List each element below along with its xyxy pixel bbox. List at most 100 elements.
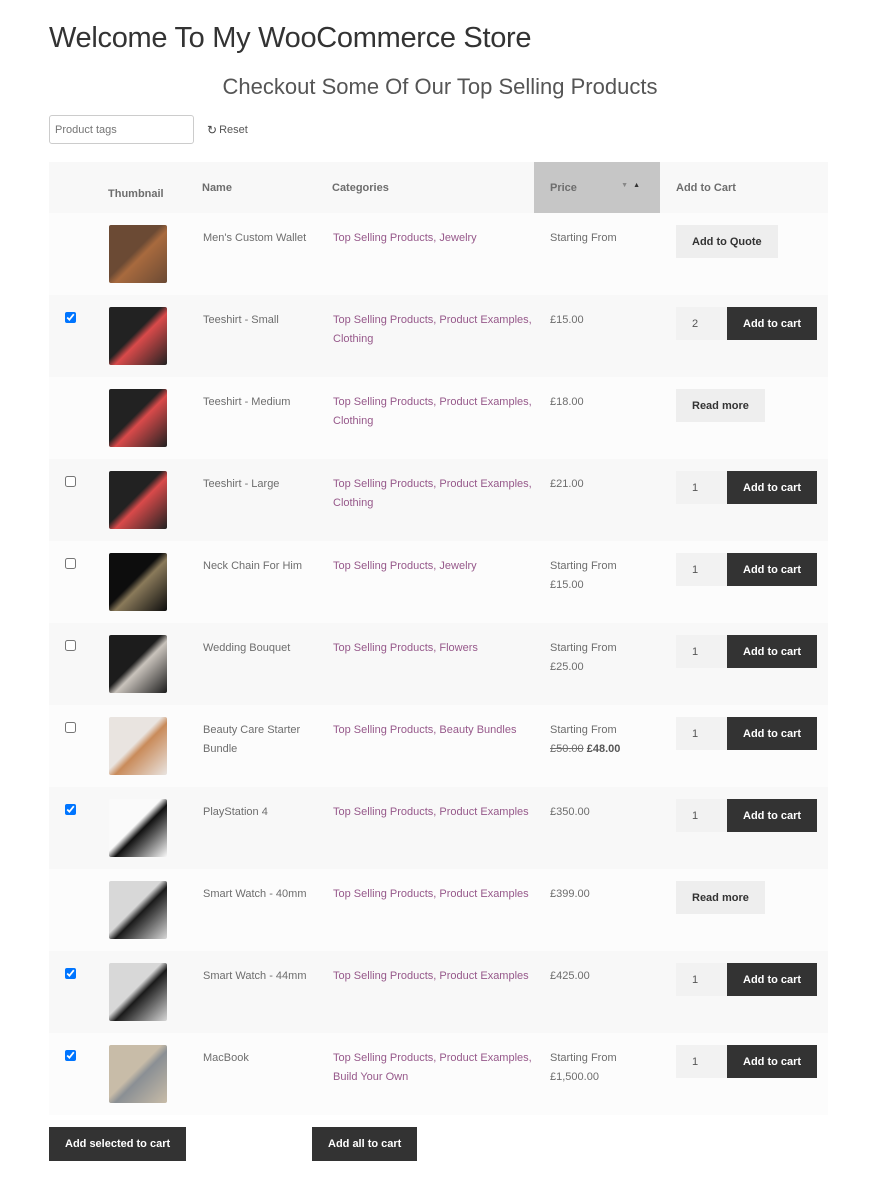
header-price-label: Price (550, 181, 577, 194)
quantity-input[interactable] (676, 963, 727, 996)
page-title: Welcome To My WooCommerce Store (49, 22, 532, 54)
add-to-cart-button[interactable]: Add to cart (727, 717, 818, 750)
row-select-checkbox[interactable] (65, 1050, 76, 1061)
price-cell: £21.00 (534, 459, 660, 541)
product-thumbnail[interactable] (109, 963, 167, 1021)
product-categories[interactable]: Top Selling Products, Product Examples, … (332, 1033, 534, 1115)
quantity-input[interactable] (676, 717, 727, 750)
product-categories[interactable]: Top Selling Products, Product Examples, … (332, 459, 534, 541)
row-select-checkbox[interactable] (65, 968, 76, 979)
quantity-input[interactable] (676, 471, 727, 504)
row-select-checkbox[interactable] (65, 558, 76, 569)
table-row: Teeshirt - Small Top Selling Products, P… (49, 295, 828, 377)
thumbnail-cell (108, 705, 202, 787)
quantity-input[interactable] (676, 635, 727, 668)
product-name: Teeshirt - Medium (203, 396, 291, 408)
header-categories[interactable]: Categories (332, 162, 534, 213)
product-thumbnail[interactable] (109, 881, 167, 939)
price-cell: £399.00 (534, 869, 660, 951)
cart-cell: Read more (660, 377, 828, 459)
product-categories[interactable]: Top Selling Products, Flowers (332, 623, 534, 705)
product-thumbnail[interactable] (109, 635, 167, 693)
table-header-row: Thumbnail Name Categories Price ▼ ▲ Add t… (49, 162, 828, 213)
cart-cell: Add to cart (660, 951, 828, 1033)
read-more-button[interactable]: Read more (676, 389, 765, 422)
product-name: Men's Custom Wallet (203, 232, 307, 244)
price-value: £399.00 (550, 888, 590, 900)
row-select-checkbox[interactable] (65, 312, 76, 323)
price-value: £1,500.00 (550, 1071, 599, 1083)
product-thumbnail[interactable] (109, 1045, 167, 1103)
product-thumbnail[interactable] (109, 225, 167, 283)
price-cell: £425.00 (534, 951, 660, 1033)
price-cell: Starting From (534, 213, 660, 295)
header-price[interactable]: Price ▼ ▲ (534, 162, 660, 213)
product-categories[interactable]: Top Selling Products, Product Examples (332, 787, 534, 869)
add-selected-to-cart-button[interactable]: Add selected to cart (49, 1127, 187, 1161)
page: Welcome To My WooCommerce Store Checkout… (0, 0, 869, 1200)
price-prefix: Starting From (550, 642, 617, 654)
thumbnail-cell (108, 1033, 202, 1115)
add-to-cart-button[interactable]: Add to cart (727, 799, 818, 832)
add-to-cart-button[interactable]: Add to cart (727, 963, 818, 996)
select-cell (49, 787, 108, 869)
product-thumbnail[interactable] (109, 717, 167, 775)
header-name[interactable]: Name (202, 162, 332, 213)
reset-button[interactable]: ↻ Reset (207, 123, 248, 137)
product-thumbnail[interactable] (109, 553, 167, 611)
sort-arrows-icon[interactable]: ▼ ▲ (621, 182, 640, 189)
read-more-button[interactable]: Read more (676, 881, 765, 914)
select-cell (49, 951, 108, 1033)
add-to-cart-button[interactable]: Add to cart (727, 635, 818, 668)
product-thumbnail[interactable] (109, 307, 167, 365)
price-cell: Starting From £1,500.00 (534, 1033, 660, 1115)
product-categories[interactable]: Top Selling Products, Jewelry (332, 213, 534, 295)
product-categories[interactable]: Top Selling Products, Product Examples, … (332, 295, 534, 377)
price-value: £15.00 (550, 579, 584, 591)
price-cell: Starting From £50.00 £48.00 (534, 705, 660, 787)
add-to-cart-button[interactable]: Add to cart (727, 307, 818, 340)
product-thumbnail[interactable] (109, 389, 167, 447)
sort-ascending-icon: ▲ (633, 181, 640, 189)
add-to-cart-button[interactable]: Add to cart (727, 471, 818, 504)
row-select-checkbox[interactable] (65, 804, 76, 815)
add-all-to-cart-button[interactable]: Add all to cart (312, 1127, 418, 1161)
price-cell: Starting From £15.00 (534, 541, 660, 623)
quantity-input[interactable] (676, 553, 727, 586)
header-add-to-cart: Add to Cart (676, 181, 736, 194)
header-thumbnail[interactable]: Thumbnail (108, 162, 202, 213)
thumbnail-cell (108, 213, 202, 295)
add-to-cart-button[interactable]: Add to cart (727, 1045, 818, 1078)
product-categories[interactable]: Top Selling Products, Jewelry (332, 541, 534, 623)
product-categories[interactable]: Top Selling Products, Product Examples (332, 951, 534, 1033)
product-name: Wedding Bouquet (203, 642, 291, 654)
reset-label: Reset (219, 124, 248, 136)
row-select-checkbox[interactable] (65, 722, 76, 733)
product-categories[interactable]: Top Selling Products, Product Examples (332, 869, 534, 951)
product-name: MacBook (203, 1052, 249, 1064)
product-thumbnail[interactable] (109, 799, 167, 857)
thumbnail-cell (108, 623, 202, 705)
page-subtitle: Checkout Some Of Our Top Selling Product… (222, 74, 658, 99)
product-name: Smart Watch - 40mm (203, 888, 307, 900)
price-value: £25.00 (550, 661, 584, 673)
product-tags-filter[interactable] (49, 115, 194, 144)
refresh-icon: ↻ (207, 123, 218, 137)
add-to-cart-button[interactable]: Add to cart (727, 553, 818, 586)
table-row: MacBook Top Selling Products, Product Ex… (49, 1033, 828, 1115)
product-thumbnail[interactable] (109, 471, 167, 529)
select-cell (49, 1033, 108, 1115)
quantity-input[interactable] (676, 799, 727, 832)
row-select-checkbox[interactable] (65, 476, 76, 487)
select-cell (49, 623, 108, 705)
quantity-input[interactable] (676, 1045, 727, 1078)
select-cell (49, 459, 108, 541)
select-cell (49, 213, 108, 295)
product-categories[interactable]: Top Selling Products, Beauty Bundles (332, 705, 534, 787)
add-to-quote-button[interactable]: Add to Quote (676, 225, 778, 258)
row-select-checkbox[interactable] (65, 640, 76, 651)
table-row: PlayStation 4 Top Selling Products, Prod… (49, 787, 828, 869)
product-categories[interactable]: Top Selling Products, Product Examples, … (332, 377, 534, 459)
quantity-input[interactable] (676, 307, 727, 340)
product-name: Teeshirt - Small (203, 314, 279, 326)
